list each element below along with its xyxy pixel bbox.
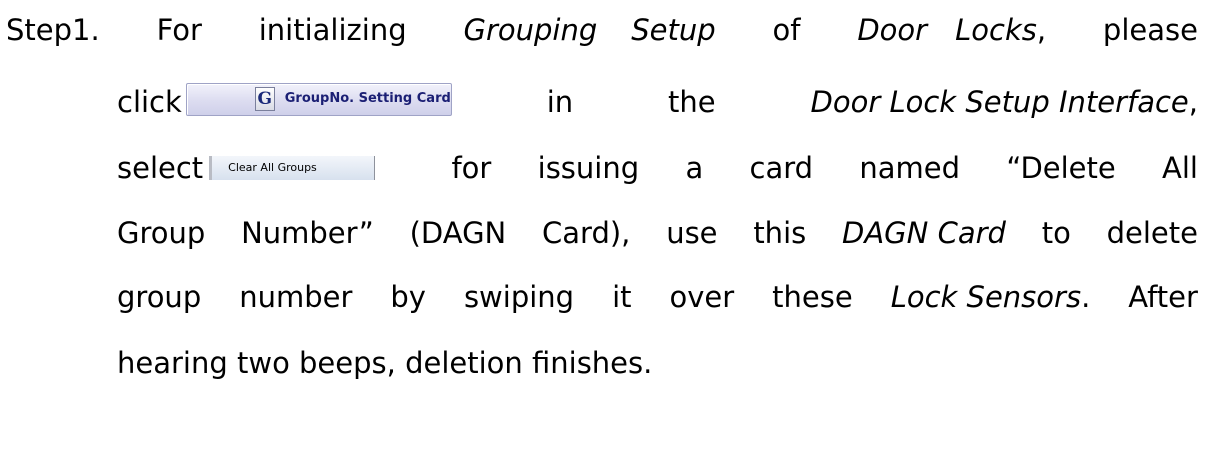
word: For bbox=[156, 13, 202, 47]
word: Group bbox=[117, 216, 206, 250]
term-door-locks: Door Locks, bbox=[857, 12, 1046, 48]
word: please bbox=[1102, 13, 1198, 47]
select-word-with-item: select Clear All Groups bbox=[117, 150, 405, 186]
line-4: Group Number” (DAGN Card), use this DAGN… bbox=[117, 215, 1198, 251]
word: select bbox=[117, 151, 204, 185]
punct: , bbox=[1188, 85, 1198, 119]
word: swiping bbox=[463, 280, 575, 314]
emph-phrase: Lock Sensors bbox=[890, 280, 1082, 314]
word: initializing bbox=[258, 13, 407, 47]
word: card bbox=[749, 151, 814, 185]
word: these bbox=[772, 280, 853, 314]
line-2: click G GroupNo. Setting Card in the Doo… bbox=[117, 82, 1199, 120]
punct: , bbox=[1036, 13, 1047, 47]
line-6: hearing two beeps, deletion finishes. bbox=[117, 346, 653, 380]
word: to bbox=[1041, 216, 1071, 250]
word: by bbox=[390, 280, 426, 314]
term-door-lock-setup-interface: Door Lock Setup Interface, bbox=[811, 84, 1199, 120]
emph-word: Locks bbox=[955, 13, 1037, 47]
word: issuing bbox=[537, 151, 640, 185]
term-dagn-card: DAGN Card bbox=[842, 216, 1006, 250]
term-lock-sensors: Lock Sensors. bbox=[891, 279, 1091, 315]
line-3: select Clear All Groups for issuing a ca… bbox=[117, 150, 1198, 186]
word: After bbox=[1128, 280, 1198, 314]
emph-word: Grouping bbox=[463, 13, 598, 47]
emph-word: Door bbox=[857, 13, 928, 47]
word: named bbox=[859, 151, 961, 185]
word: (DAGN bbox=[409, 216, 507, 250]
word: group bbox=[117, 280, 202, 314]
emph-phrase: Door Lock Setup Interface bbox=[810, 85, 1189, 119]
groupno-setting-card-label: GroupNo. Setting Card bbox=[284, 91, 451, 106]
word: Card), bbox=[542, 216, 631, 250]
word: number bbox=[239, 280, 353, 314]
term-grouping-setup: Grouping Setup bbox=[463, 12, 715, 48]
word: Number” bbox=[241, 216, 374, 250]
word: this bbox=[753, 216, 807, 250]
word: click bbox=[117, 85, 182, 119]
g-letter-icon: G bbox=[254, 87, 275, 111]
step-label: Step1. bbox=[6, 13, 100, 47]
word: use bbox=[666, 216, 718, 250]
word: All bbox=[1162, 151, 1198, 185]
line-5: group number by swiping it over these Lo… bbox=[117, 279, 1198, 315]
word: of bbox=[772, 13, 801, 47]
punct: . bbox=[1081, 280, 1091, 314]
click-word-with-button: click G GroupNo. Setting Card bbox=[117, 82, 452, 120]
word: over bbox=[669, 280, 735, 314]
word: in bbox=[546, 85, 574, 119]
word: it bbox=[612, 280, 632, 314]
line-1: Step1. For initializing Grouping Setup of… bbox=[6, 12, 1198, 48]
word: a bbox=[685, 151, 704, 185]
emph-word: Setup bbox=[631, 13, 716, 47]
word: “Delete bbox=[1006, 151, 1116, 185]
word: delete bbox=[1106, 216, 1198, 250]
word: for bbox=[451, 151, 492, 185]
clear-all-groups-label: Clear All Groups bbox=[228, 161, 317, 174]
word: the bbox=[668, 85, 716, 119]
groupno-setting-card-button[interactable]: G GroupNo. Setting Card bbox=[185, 82, 452, 116]
clear-all-groups-item[interactable]: Clear All Groups bbox=[209, 156, 376, 180]
